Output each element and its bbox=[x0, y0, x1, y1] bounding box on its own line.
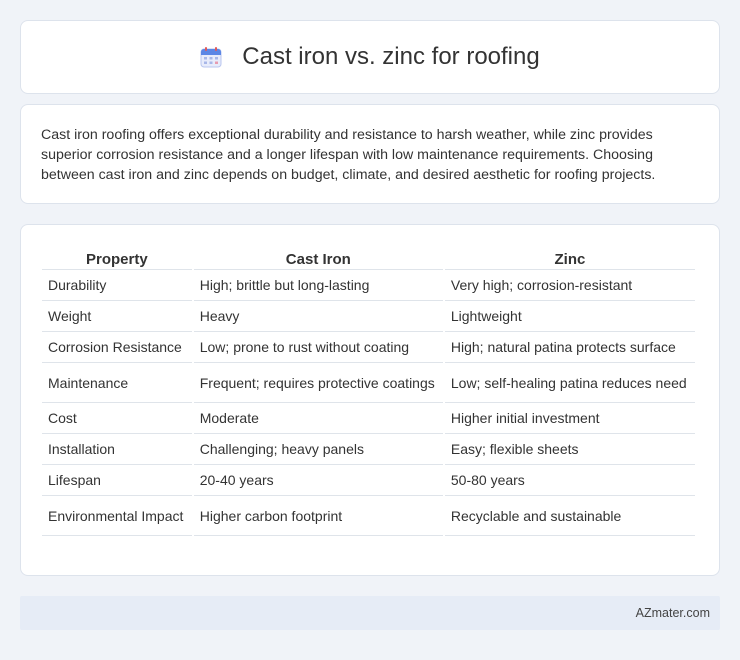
cast-iron-cell: High; brittle but long-lasting bbox=[193, 270, 443, 301]
footer-brand: AZmater.com bbox=[635, 606, 710, 620]
zinc-cell: High; natural patina protects surface bbox=[444, 332, 695, 363]
table-row: Environmental Impact Higher carbon footp… bbox=[42, 496, 695, 536]
header-card: Cast iron vs. zinc for roofing bbox=[20, 20, 720, 94]
footer: AZmater.com bbox=[20, 596, 720, 630]
property-cell: Durability bbox=[42, 270, 192, 301]
cast-iron-cell: Heavy bbox=[193, 301, 443, 332]
column-header-zinc: Zinc bbox=[444, 243, 695, 270]
column-header-property: Property bbox=[42, 243, 192, 270]
table-row: Lifespan 20-40 years 50-80 years bbox=[42, 465, 695, 496]
cast-iron-cell: Moderate bbox=[193, 403, 443, 434]
zinc-cell: Higher initial investment bbox=[444, 403, 695, 434]
table-row: Maintenance Frequent; requires protectiv… bbox=[42, 363, 695, 403]
property-cell: Corrosion Resistance bbox=[42, 332, 192, 363]
zinc-cell: Easy; flexible sheets bbox=[444, 434, 695, 465]
zinc-cell: Low; self-healing patina reduces need bbox=[444, 363, 695, 403]
table-row: Corrosion Resistance Low; prone to rust … bbox=[42, 332, 695, 363]
comparison-table: Property Cast Iron Zinc Durability High;… bbox=[40, 243, 697, 536]
zinc-cell: 50-80 years bbox=[444, 465, 695, 496]
table-row: Weight Heavy Lightweight bbox=[42, 301, 695, 332]
cast-iron-cell: Low; prone to rust without coating bbox=[193, 332, 443, 363]
zinc-cell: Recyclable and sustainable bbox=[444, 496, 695, 536]
calendar-icon bbox=[200, 47, 222, 68]
property-cell: Cost bbox=[42, 403, 192, 434]
property-cell: Maintenance bbox=[42, 363, 192, 403]
property-cell: Lifespan bbox=[42, 465, 192, 496]
table-header-row: Property Cast Iron Zinc bbox=[42, 243, 695, 270]
zinc-cell: Lightweight bbox=[444, 301, 695, 332]
cast-iron-cell: Frequent; requires protective coatings bbox=[193, 363, 443, 403]
zinc-cell: Very high; corrosion-resistant bbox=[444, 270, 695, 301]
table-row: Cost Moderate Higher initial investment bbox=[42, 403, 695, 434]
property-cell: Environmental Impact bbox=[42, 496, 192, 536]
table-row: Durability High; brittle but long-lastin… bbox=[42, 270, 695, 301]
property-cell: Installation bbox=[42, 434, 192, 465]
column-header-cast-iron: Cast Iron bbox=[193, 243, 443, 270]
intro-card: Cast iron roofing offers exceptional dur… bbox=[20, 104, 720, 204]
property-cell: Weight bbox=[42, 301, 192, 332]
intro-text: Cast iron roofing offers exceptional dur… bbox=[41, 127, 656, 183]
comparison-card: Property Cast Iron Zinc Durability High;… bbox=[20, 224, 720, 576]
cast-iron-cell: Higher carbon footprint bbox=[193, 496, 443, 536]
cast-iron-cell: Challenging; heavy panels bbox=[193, 434, 443, 465]
table-row: Installation Challenging; heavy panels E… bbox=[42, 434, 695, 465]
page-title: Cast iron vs. zinc for roofing bbox=[242, 43, 540, 70]
cast-iron-cell: 20-40 years bbox=[193, 465, 443, 496]
